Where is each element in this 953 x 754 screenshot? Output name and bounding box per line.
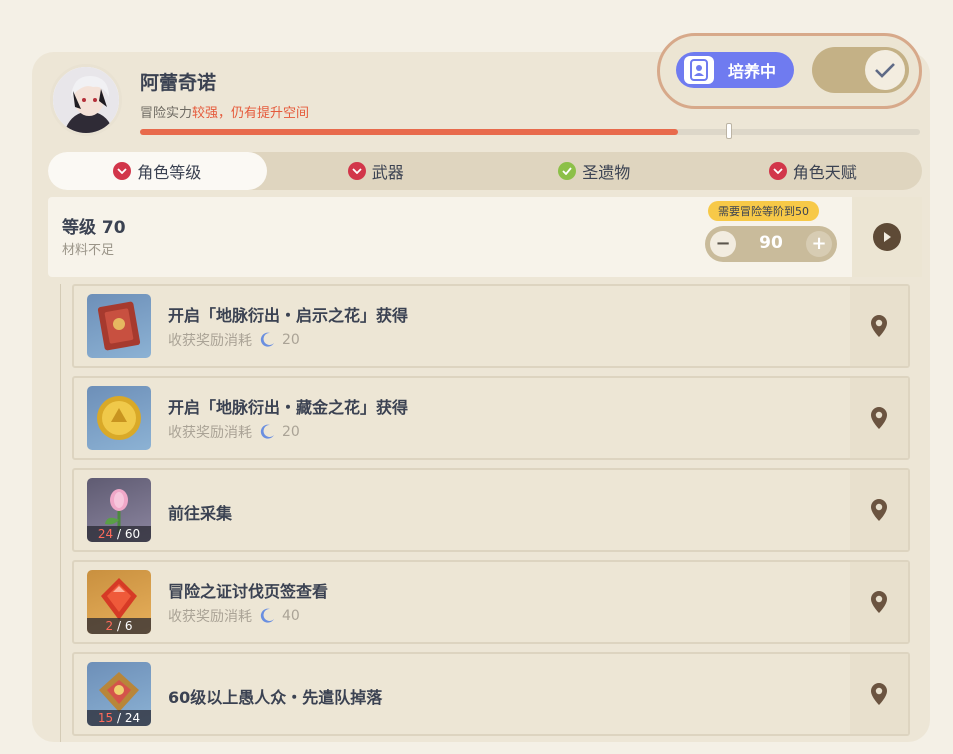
tab-character-level[interactable]: 角色等级 bbox=[48, 152, 267, 190]
moon-resin-icon bbox=[260, 424, 274, 439]
item-count: 15 / 24 bbox=[87, 710, 151, 726]
item-thumbnail: 2 / 6 bbox=[87, 570, 151, 634]
location-button[interactable] bbox=[850, 286, 908, 366]
location-pin-icon bbox=[871, 499, 887, 521]
cost-value: 20 bbox=[282, 332, 300, 348]
tab-label: 角色天赋 bbox=[792, 163, 857, 182]
count-have: 2 bbox=[105, 619, 114, 633]
check-icon bbox=[865, 50, 905, 90]
tab-label: 武器 bbox=[371, 163, 404, 182]
list-item[interactable]: 开启「地脉衍出・藏金之花」获得 收获奖励消耗 20 bbox=[72, 376, 910, 460]
warning-icon bbox=[347, 162, 366, 180]
item-thumbnail: 15 / 24 bbox=[87, 662, 151, 726]
level-stepper: − 90 + bbox=[705, 226, 837, 262]
cost-label: 收获奖励消耗 bbox=[168, 609, 252, 625]
chevron-right-icon bbox=[873, 223, 901, 251]
list-item[interactable]: 24 / 60 前往采集 bbox=[72, 468, 910, 552]
training-tag[interactable]: 培养中 bbox=[676, 52, 794, 88]
level-row: 等级 70 材料不足 需要冒险等阶到50 − 90 + bbox=[48, 197, 922, 277]
item-cost: 收获奖励消耗 20 bbox=[168, 422, 300, 442]
moon-resin-icon bbox=[260, 608, 274, 623]
list-item[interactable]: 开启「地脉衍出・启示之花」获得 收获奖励消耗 20 bbox=[72, 284, 910, 368]
level-status: 材料不足 bbox=[62, 243, 115, 258]
item-title: 60级以上愚人众・先遣队掉落 bbox=[168, 688, 383, 707]
increment-button[interactable]: + bbox=[806, 231, 832, 257]
item-count: 2 / 6 bbox=[87, 618, 151, 634]
warning-icon bbox=[113, 162, 132, 180]
tab-label: 圣遗物 bbox=[582, 163, 631, 182]
warning-icon bbox=[768, 162, 787, 180]
tree-connector bbox=[60, 284, 61, 742]
list-item[interactable]: 2 / 6 冒险之证讨伐页签查看 收获奖励消耗 40 bbox=[72, 560, 910, 644]
power-progress-bar bbox=[140, 129, 920, 135]
tab-talents[interactable]: 角色天赋 bbox=[704, 152, 923, 190]
count-have: 15 bbox=[97, 711, 114, 725]
location-button[interactable] bbox=[850, 378, 908, 458]
level-go-button[interactable] bbox=[852, 197, 922, 277]
item-cost: 收获奖励消耗 40 bbox=[168, 606, 300, 626]
progress-marker bbox=[725, 123, 732, 139]
power-rating: 冒险实力较强，仍有提升空间 bbox=[140, 102, 309, 121]
power-prefix: 冒险实力 bbox=[140, 106, 193, 121]
cost-label: 收获奖励消耗 bbox=[168, 333, 252, 349]
location-pin-icon bbox=[871, 591, 887, 613]
list-item[interactable]: 15 / 24 60级以上愚人众・先遣队掉落 bbox=[72, 652, 910, 736]
avatar bbox=[50, 64, 122, 136]
item-thumbnail: 24 / 60 bbox=[87, 478, 151, 542]
training-label: 培养中 bbox=[728, 62, 777, 81]
cost-value: 40 bbox=[282, 608, 300, 624]
tab-label: 角色等级 bbox=[137, 163, 202, 182]
location-button[interactable] bbox=[850, 562, 908, 642]
location-pin-icon bbox=[871, 407, 887, 429]
power-highlight: 较强，仍有提升空间 bbox=[192, 106, 310, 121]
item-cost: 收获奖励消耗 20 bbox=[168, 330, 300, 350]
training-toggle[interactable] bbox=[812, 47, 909, 93]
location-pin-icon bbox=[871, 315, 887, 337]
count-have: 24 bbox=[97, 527, 114, 541]
training-status-box: 培养中 bbox=[657, 33, 922, 109]
location-button[interactable] bbox=[850, 470, 908, 550]
moon-resin-icon bbox=[260, 332, 274, 347]
item-count: 24 / 60 bbox=[87, 526, 151, 542]
item-thumbnail bbox=[87, 386, 151, 450]
tab-bar: 角色等级 武器 圣遗物 角色天赋 bbox=[48, 152, 922, 190]
character-panel: 阿蕾奇诺 冒险实力较强，仍有提升空间 角色等级 武器 圣遗物 角色天赋 等级 7… bbox=[32, 52, 930, 742]
count-need: 24 bbox=[124, 711, 141, 725]
tab-weapon[interactable]: 武器 bbox=[267, 152, 486, 190]
item-title: 开启「地脉衍出・藏金之花」获得 bbox=[168, 398, 409, 417]
item-title: 冒险之证讨伐页签查看 bbox=[168, 582, 329, 601]
tab-artifacts[interactable]: 圣遗物 bbox=[485, 152, 704, 190]
check-icon bbox=[558, 162, 577, 180]
user-card-icon bbox=[684, 56, 714, 84]
item-title: 开启「地脉衍出・启示之花」获得 bbox=[168, 306, 409, 325]
requirement-badge: 需要冒险等阶到50 bbox=[708, 201, 819, 221]
location-pin-icon bbox=[871, 683, 887, 705]
location-button[interactable] bbox=[850, 654, 908, 734]
item-title: 前往采集 bbox=[168, 504, 233, 523]
power-progress-fill bbox=[140, 129, 679, 135]
item-thumbnail bbox=[87, 294, 151, 358]
character-name: 阿蕾奇诺 bbox=[140, 72, 217, 94]
cost-label: 收获奖励消耗 bbox=[168, 425, 252, 441]
cost-value: 20 bbox=[282, 424, 300, 440]
level-title: 等级 70 bbox=[62, 218, 126, 238]
count-need: 6 bbox=[124, 619, 133, 633]
count-need: 60 bbox=[124, 527, 141, 541]
